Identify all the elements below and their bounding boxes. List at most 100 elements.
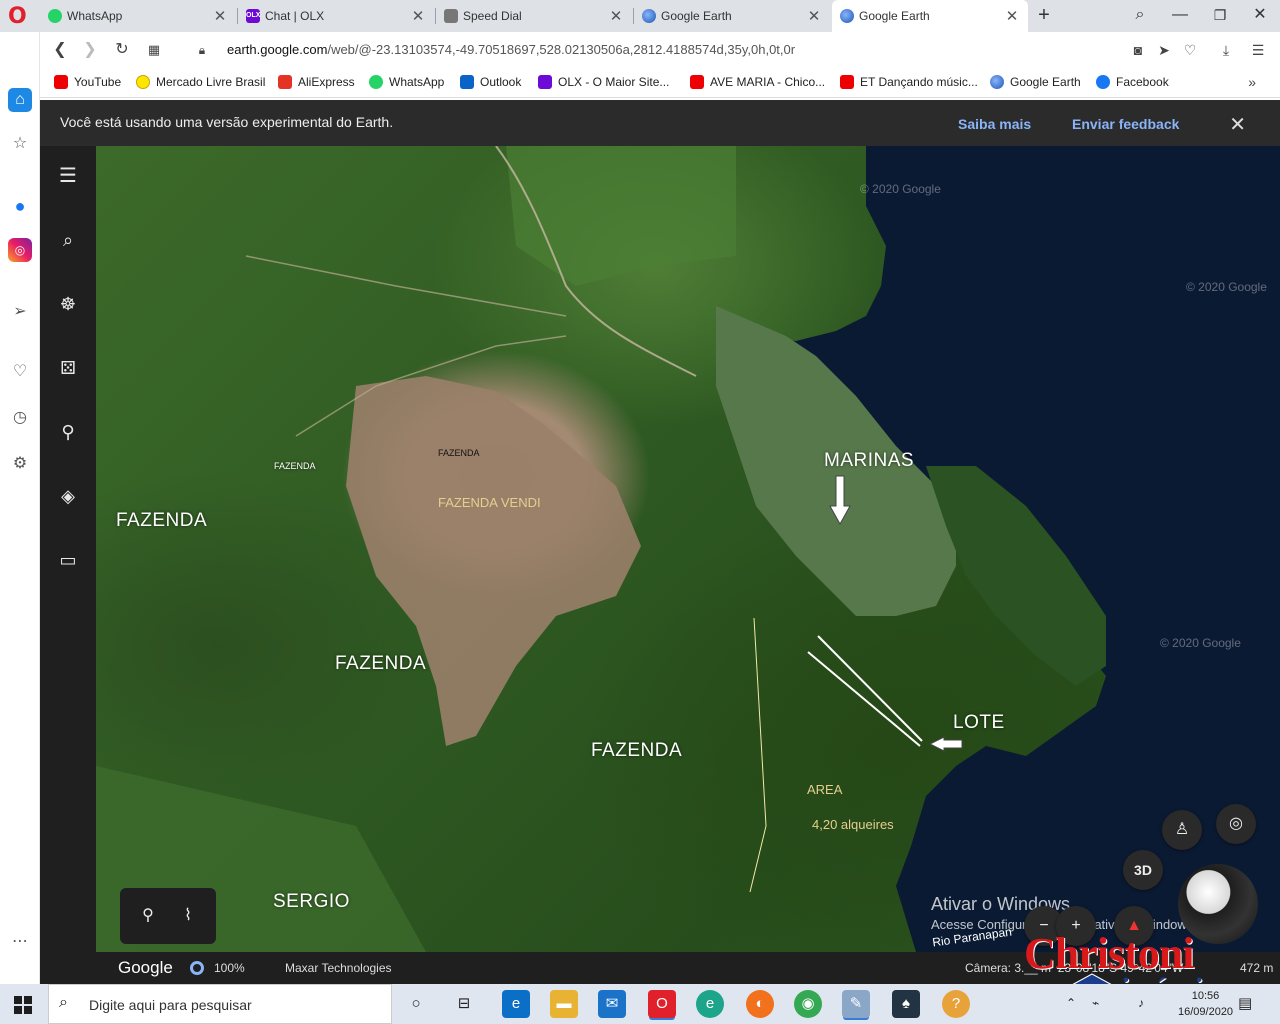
bookmark-facebook[interactable]: Facebook <box>1096 75 1169 89</box>
opera-icon[interactable]: O <box>648 990 676 1018</box>
bookmark-et-dancando[interactable]: ET Dançando músic... <box>840 75 978 89</box>
bookmark-mercado-livre[interactable]: Mercado Livre Brasil <box>136 75 265 89</box>
solitaire-icon[interactable]: ♠ <box>892 990 920 1018</box>
bookmark-label: Outlook <box>480 75 522 89</box>
menu-icon[interactable]: ☰ <box>54 162 82 190</box>
reload-button[interactable]: ↻ <box>110 38 134 62</box>
mail-icon[interactable]: ✉ <box>598 990 626 1018</box>
toggle-3d-button[interactable]: 3D <box>1123 850 1163 890</box>
new-tab-button[interactable]: + <box>1024 0 1064 32</box>
bookmark-whatsapp[interactable]: WhatsApp <box>369 75 444 89</box>
pegman-icon[interactable]: ♙ <box>1162 810 1202 850</box>
placemark-pin-icon[interactable]: ⚲ <box>136 904 160 928</box>
tab-google-earth-1[interactable]: Google Earth ✕ <box>634 0 830 32</box>
voyager-helm-icon[interactable]: ☸ <box>54 290 82 318</box>
close-window-button[interactable]: ✕ <box>1240 0 1280 32</box>
volume-icon[interactable]: ♪ <box>1138 996 1144 1010</box>
experimental-notice-bar: Você está usando uma versão experimental… <box>40 100 1280 146</box>
taskbar-clock[interactable]: 10:56 16/09/2020 <box>1178 988 1233 1020</box>
minimize-button[interactable]: — <box>1160 0 1200 32</box>
restore-button[interactable]: ❐ <box>1200 0 1240 32</box>
task-view-icon[interactable]: ⊟ <box>450 990 478 1018</box>
send-icon[interactable]: ➤ <box>1154 40 1174 60</box>
clock-date: 16/09/2020 <box>1178 1006 1234 1018</box>
star-icon[interactable]: ☆ <box>8 132 32 156</box>
tab-olx-chat[interactable]: OLX Chat | OLX ✕ <box>238 0 434 32</box>
search-icon[interactable]: ⌕ <box>54 226 82 254</box>
bookmark-google-earth[interactable]: Google Earth <box>990 75 1081 89</box>
bookmarks-bar: YouTube Mercado Livre Brasil AliExpress … <box>40 68 1280 98</box>
bookmark-label: YouTube <box>74 75 122 89</box>
lock-icon[interactable]: 🔒︎ <box>190 38 214 62</box>
address-bar[interactable]: earth.google.com/web/@-23.13103574,-49.7… <box>227 42 795 57</box>
feeling-lucky-dice-icon[interactable]: ⚄ <box>54 354 82 382</box>
settings-gear-icon[interactable]: ⚙ <box>8 452 32 476</box>
chrome-icon[interactable]: ◉ <box>794 990 822 1018</box>
bookmark-ave-maria[interactable]: AVE MARIA - Chico... <box>690 75 825 89</box>
security-icon[interactable]: ? <box>942 990 970 1018</box>
heart-icon[interactable]: ♡ <box>1180 40 1200 60</box>
learn-more-link[interactable]: Saiba mais <box>958 116 1031 132</box>
tab-speed-dial[interactable]: Speed Dial ✕ <box>436 0 632 32</box>
more-bookmarks-button[interactable]: » <box>1248 74 1256 90</box>
outlook-icon <box>460 75 474 89</box>
address-toolbar: ❮ ❯ ↻ ▦ 🔒︎ earth.google.com/web/@-23.131… <box>40 32 1280 68</box>
notice-text: Você está usando uma versão experimental… <box>60 114 394 130</box>
home-icon[interactable]: ⌂ <box>8 88 32 112</box>
download-icon[interactable]: ⤓ <box>1216 40 1236 60</box>
tab-google-earth-active[interactable]: Google Earth ✕ <box>832 0 1028 32</box>
load-percent: 100% <box>214 961 245 975</box>
tab-label: Speed Dial <box>463 9 522 23</box>
map-label-area-size: 4,20 alqueires <box>812 817 894 832</box>
notifications-icon[interactable]: ▤ <box>1238 994 1252 1012</box>
bookmark-outlook[interactable]: Outlook <box>460 75 521 89</box>
instagram-icon[interactable]: ◎ <box>8 238 32 262</box>
easy-setup-icon[interactable]: ☰ <box>1248 40 1268 60</box>
back-button[interactable]: ❮ <box>48 38 72 62</box>
draw-path-icon[interactable]: ⌇ <box>176 904 200 928</box>
bookmark-olx[interactable]: OLX - O Maior Site... <box>538 75 669 89</box>
tab-search-icon[interactable]: ⌕ <box>1120 0 1160 32</box>
projects-icon[interactable]: ⚲ <box>54 418 82 446</box>
map-label-lote: LOTE <box>953 712 1005 733</box>
clock-time: 10:56 <box>1191 990 1220 1002</box>
windows-start-icon[interactable] <box>14 996 32 1014</box>
bookmark-label: AliExpress <box>298 75 355 89</box>
history-icon[interactable]: ◷ <box>8 406 32 430</box>
youtube-icon <box>690 75 704 89</box>
bookmark-youtube[interactable]: YouTube <box>54 75 121 89</box>
opera-logo-icon[interactable]: O <box>8 6 32 28</box>
network-icon[interactable]: ⌁ <box>1092 996 1099 1010</box>
more-options-icon[interactable]: ⋯ <box>8 930 32 954</box>
tab-whatsapp[interactable]: WhatsApp ✕ <box>40 0 236 32</box>
firefox-icon[interactable]: ◐ <box>746 990 774 1018</box>
close-icon[interactable]: ✕ <box>212 7 228 25</box>
bookmark-aliexpress[interactable]: AliExpress <box>278 75 355 89</box>
my-location-icon[interactable]: ◎ <box>1216 804 1256 844</box>
file-explorer-icon[interactable]: ▬ <box>550 990 578 1018</box>
satellite-map-view[interactable]: FAZENDA FAZENDA FAZENDA FAZENDA VENDI FA… <box>96 146 1280 952</box>
close-icon[interactable]: ✕ <box>806 7 822 25</box>
forward-button[interactable]: ❯ <box>78 38 102 62</box>
messenger-icon[interactable]: ● <box>8 194 32 218</box>
tabs-grid-icon[interactable]: ▦ <box>142 38 166 62</box>
taskbar-search-input[interactable]: ⌕ Digite aqui para pesquisar <box>48 984 392 1024</box>
map-style-layers-icon[interactable]: ◈ <box>54 482 82 510</box>
send-icon[interactable]: ➢ <box>8 300 32 324</box>
cortana-icon[interactable]: ○ <box>402 990 430 1018</box>
aliexpress-icon <box>278 75 292 89</box>
close-icon[interactable]: ✕ <box>1229 112 1246 137</box>
close-icon[interactable]: ✕ <box>410 7 426 25</box>
pasture-north <box>506 146 736 286</box>
windows-taskbar: ⌕ Digite aqui para pesquisar ○ ⊟ e ▬ ✉ O… <box>0 984 1280 1024</box>
heart-icon[interactable]: ♡ <box>8 360 32 384</box>
send-feedback-link[interactable]: Enviar feedback <box>1072 116 1179 132</box>
close-icon[interactable]: ✕ <box>608 7 624 25</box>
edge-icon[interactable]: e <box>696 990 724 1018</box>
paint-icon[interactable]: ✎ <box>842 990 870 1018</box>
close-icon[interactable]: ✕ <box>1004 7 1020 25</box>
tray-chevron-icon[interactable]: ⌃ <box>1066 996 1076 1010</box>
edge-legacy-icon[interactable]: e <box>502 990 530 1018</box>
camera-icon[interactable]: ◙ <box>1128 40 1148 60</box>
measure-ruler-icon[interactable]: ▭ <box>54 546 82 574</box>
